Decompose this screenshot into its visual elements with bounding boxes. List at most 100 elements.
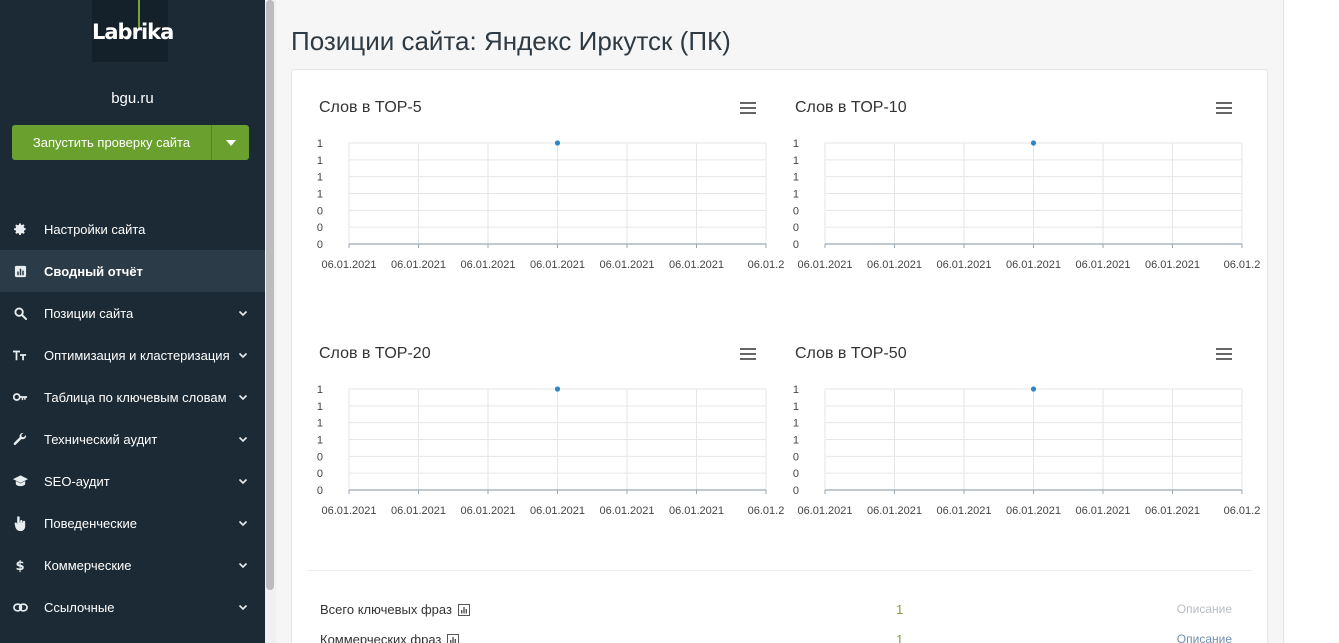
y-tick-label: 1 [793, 172, 799, 184]
y-tick-label: 1 [793, 401, 799, 413]
y-tick-label: 0 [793, 205, 799, 217]
stat-label: Всего ключевых фраз [320, 602, 452, 617]
x-tick-label: 06.01.2021 [1145, 259, 1200, 271]
chart-title: Слов в TOP-10 [795, 99, 907, 116]
description-link[interactable]: Описание [1177, 632, 1232, 643]
sidebar-item-gear[interactable]: Настройки сайта [0, 208, 265, 250]
x-tick-label: 06.01.2021 [867, 505, 922, 517]
x-tick-label: 06.01.2021 [530, 259, 585, 271]
chevron-down-icon[interactable] [237, 390, 249, 402]
sidebar-item-label: Ссылочные [44, 599, 115, 615]
chevron-down-icon[interactable] [237, 600, 249, 612]
description-link[interactable]: Описание [1177, 602, 1232, 616]
y-tick-label: 1 [793, 384, 799, 396]
chart-menu-icon[interactable] [1215, 347, 1233, 361]
y-tick-label: 1 [793, 189, 799, 201]
sidebar-scrollbar[interactable] [265, 0, 276, 643]
chevron-down-icon[interactable] [237, 474, 249, 486]
logo[interactable]: Labrika [92, 0, 174, 62]
sidebar-item-graduation-cap[interactable]: SEO-аудит [0, 460, 265, 502]
sidebar-item-label: Позиции сайта [44, 305, 134, 321]
x-tick-label: 06.01.2021 [1006, 259, 1061, 271]
y-tick-label: 0 [317, 205, 323, 217]
chart-menu-icon[interactable] [739, 347, 757, 361]
logo-text: Labrika [92, 20, 174, 44]
sidebar-item-label: Технический аудит [44, 431, 158, 447]
chart-menu-icon[interactable] [739, 101, 757, 115]
link-icon [12, 599, 28, 615]
stat-label-wrap: Коммерческих фраз [320, 632, 460, 643]
run-options-dropdown[interactable] [212, 125, 249, 160]
chevron-down-icon[interactable] [237, 516, 249, 528]
y-tick-label: 0 [793, 451, 799, 463]
y-tick-label: 1 [317, 189, 323, 201]
data-point [554, 386, 561, 392]
svg-text:$: $ [15, 559, 24, 573]
run-check-button-label: Запустить проверку сайта [12, 125, 212, 160]
chart-menu-icon[interactable] [1215, 101, 1233, 115]
chart-plot: 1 1 1 1 0 0 0 06.01.2021 06.01.2021 06.01.2021 06.… [793, 384, 1260, 517]
y-tick-label: 0 [793, 468, 799, 480]
run-check-button[interactable]: Запустить проверку сайта [12, 125, 249, 160]
sidebar-item-search[interactable]: Позиции сайта [0, 292, 265, 334]
bar-chart-icon[interactable] [457, 604, 470, 616]
sidebar-item-link[interactable]: Ссылочные [0, 586, 265, 628]
y-tick-label: 1 [317, 418, 323, 430]
x-tick-label: 06.01.2021 [599, 259, 654, 271]
dollar-icon: $ [12, 557, 28, 573]
sidebar-item-text-size[interactable]: Оптимизация и кластеризация [0, 334, 265, 376]
y-tick-label: 0 [793, 239, 799, 251]
y-tick-label: 0 [317, 485, 323, 497]
y-tick-label: 1 [793, 418, 799, 430]
sidebar-item-label: Сводный отчёт [44, 263, 143, 279]
chevron-down-icon[interactable] [237, 432, 249, 444]
chart-title: Слов в TOP-5 [319, 99, 422, 116]
x-tick-label: 06.01.2021 [321, 259, 376, 271]
sidebar-item-label: Коммерческие [44, 557, 132, 573]
y-tick-label: 1 [793, 155, 799, 167]
x-tick-label: 06.01.2021 [797, 259, 852, 271]
search-icon [12, 305, 28, 321]
sidebar-item-wrench[interactable]: Технический аудит [0, 418, 265, 460]
x-tick-label: 06.01.2 [748, 505, 785, 517]
sidebar-scrollbar-thumb[interactable] [266, 0, 274, 590]
x-tick-label: 06.01.2 [1224, 259, 1261, 271]
x-tick-label: 06.01.2021 [936, 505, 991, 517]
x-tick-label: 06.01.2021 [1075, 259, 1130, 271]
chart-card: Слов в TOP-5 1 1 1 1 0 0 0 06.01.2021 06.01.2021 0… [307, 79, 784, 279]
sidebar-item-dollar[interactable]: $ Коммерческие [0, 544, 265, 586]
x-tick-label: 06.01.2 [1224, 505, 1261, 517]
caret-down-icon [225, 139, 236, 146]
graduation-cap-icon [12, 473, 28, 489]
y-tick-label: 0 [317, 222, 323, 234]
main-content: Позиции сайта: Яндекс Иркутск (ПК) Слов … [276, 0, 1284, 643]
chart-plot: 1 1 1 1 0 0 0 06.01.2021 06.01.2021 06.01.2021 06.… [793, 138, 1260, 271]
x-tick-label: 06.01.2021 [391, 259, 446, 271]
sidebar-item-chart[interactable]: Сводный отчёт [0, 250, 265, 292]
x-tick-label: 06.01.2021 [1006, 505, 1061, 517]
sidebar-item-label: Поведенческие [44, 515, 137, 531]
sidebar-item-hand-pointer[interactable]: Поведенческие [0, 502, 265, 544]
x-tick-label: 06.01.2021 [1145, 505, 1200, 517]
chevron-down-icon[interactable] [237, 558, 249, 570]
chevron-down-icon[interactable] [237, 306, 249, 318]
chart-card: Слов в TOP-20 1 1 1 1 0 0 0 06.01.2021 06.01.2021… [307, 325, 784, 525]
stat-value: 1 [896, 602, 904, 617]
y-tick-label: 0 [793, 222, 799, 234]
x-tick-label: 06.01.2021 [321, 505, 376, 517]
x-tick-label: 06.01.2021 [530, 505, 585, 517]
chevron-down-icon[interactable] [237, 348, 249, 360]
x-tick-label: 06.01.2021 [460, 505, 515, 517]
sidebar-item-label: Таблица по ключевым словам [44, 389, 227, 405]
x-tick-label: 06.01.2021 [669, 259, 724, 271]
summary-panel: Слов в TOP-5 1 1 1 1 0 0 0 06.01.2021 06.01.2021 0… [291, 69, 1268, 643]
chart-plot: 1 1 1 1 0 0 0 06.01.2021 06.01.2021 06.01.2021 06.… [317, 384, 784, 517]
chart-card: Слов в TOP-50 1 1 1 1 0 0 0 06.01.2021 06.01.2021… [783, 325, 1260, 525]
y-tick-label: 1 [793, 435, 799, 447]
data-point [554, 140, 561, 146]
sidebar-item-key[interactable]: Таблица по ключевым словам [0, 376, 265, 418]
stat-row: Всего ключевых фраз 1 Описание [320, 602, 1240, 624]
x-tick-label: 06.01.2021 [936, 259, 991, 271]
bar-chart-icon[interactable] [447, 634, 460, 643]
y-tick-label: 1 [317, 155, 323, 167]
